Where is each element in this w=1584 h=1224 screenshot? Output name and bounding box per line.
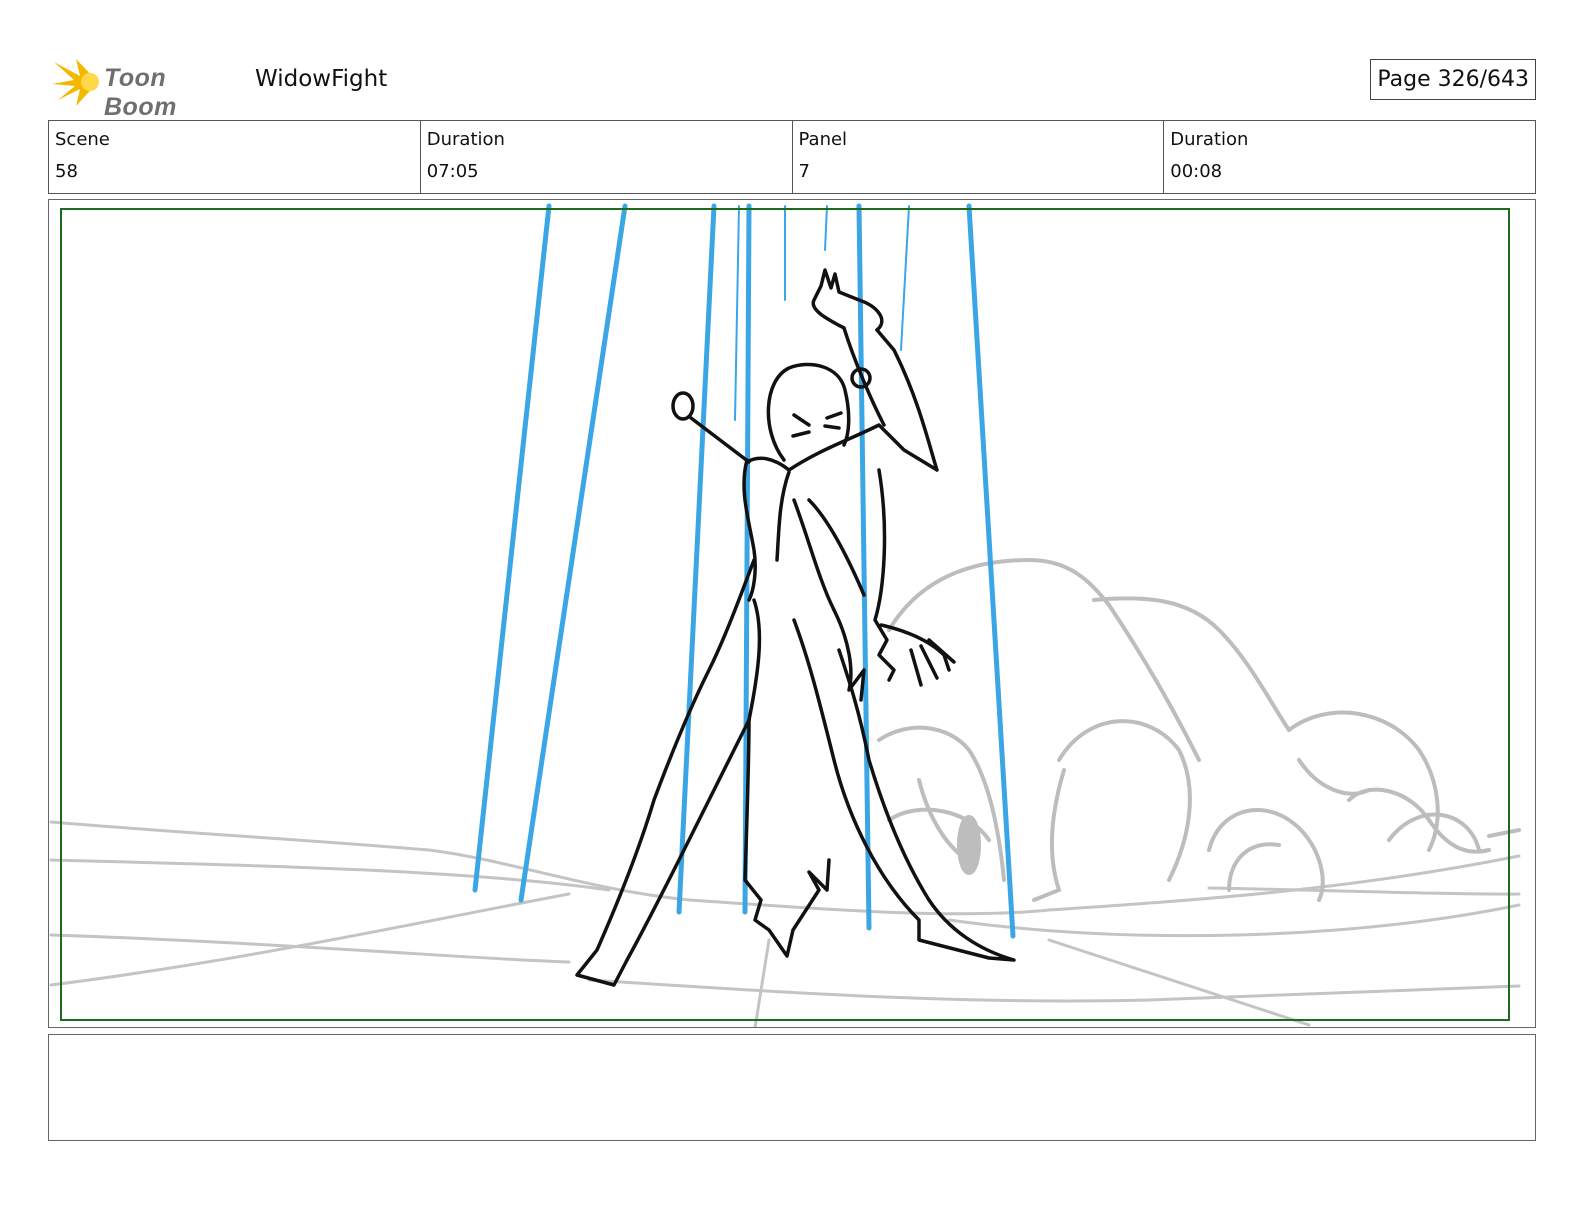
scene-duration-label: Duration	[426, 129, 505, 150]
logo-text: Toon Boom	[104, 64, 177, 121]
panel-duration-cell: Duration 00:08	[1164, 121, 1535, 193]
panel-cell: Panel 7	[793, 121, 1165, 193]
scene-info-table: Scene 58 Duration 07:05 Panel 7 Duration…	[48, 120, 1536, 194]
scene-cell: Scene 58	[49, 121, 421, 193]
scene-value: 58	[55, 161, 78, 182]
panel-value: 7	[798, 161, 810, 182]
page-number: Page 326/643	[1370, 59, 1536, 100]
panel-duration-value: 00:08	[1170, 161, 1223, 182]
panel-duration-label: Duration	[1170, 129, 1249, 150]
starburst-logo-icon	[52, 59, 99, 106]
scene-duration-cell: Duration 07:05	[421, 121, 793, 193]
panel-label: Panel	[798, 129, 848, 150]
panel-notes-box	[48, 1034, 1536, 1141]
project-title: WidowFight	[255, 66, 388, 92]
storyboard-header: Toon Boom WidowFight Page 326/643	[50, 52, 1536, 121]
camera-safe-frame	[60, 208, 1510, 1021]
scene-label: Scene	[55, 129, 110, 150]
storyboard-panel	[48, 199, 1536, 1028]
scene-duration-value: 07:05	[426, 161, 479, 182]
toon-boom-logo: Toon Boom	[50, 56, 240, 121]
